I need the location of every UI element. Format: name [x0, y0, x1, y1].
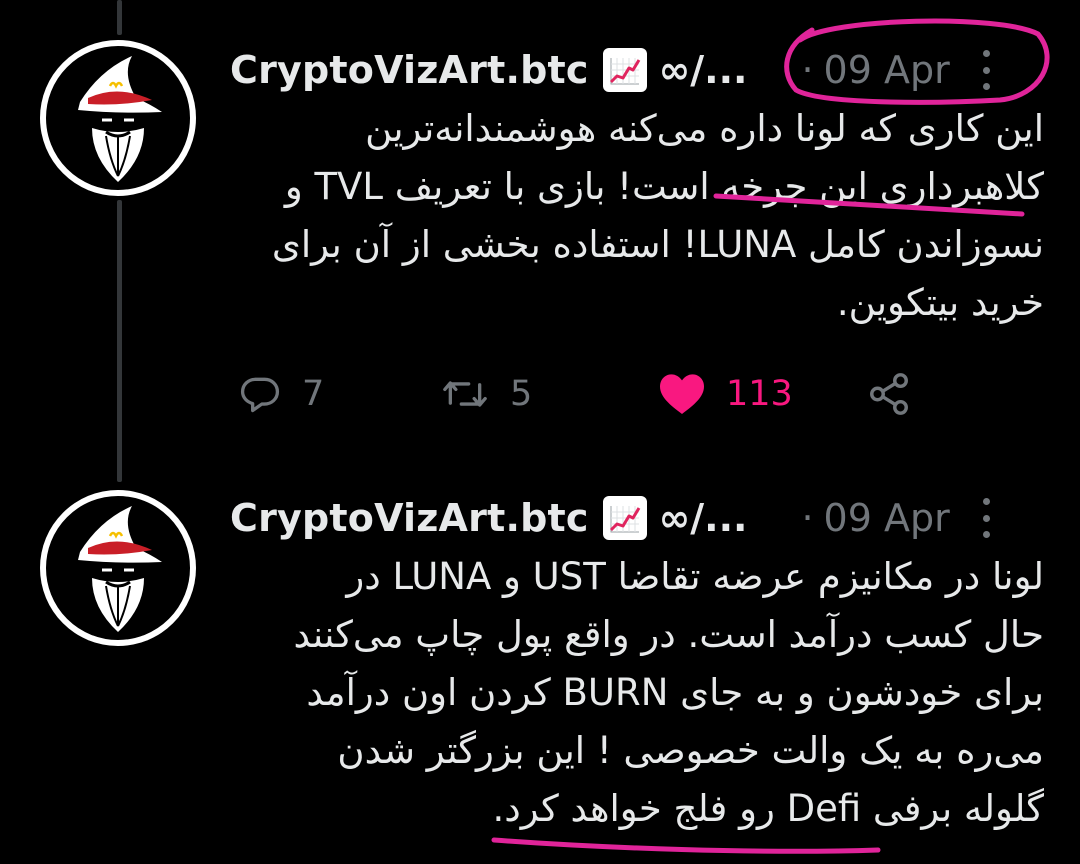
tweet-line: برای خودشون و به جای BURN کردن اون درآمد — [306, 671, 1044, 714]
reply-button[interactable]: 7 — [238, 364, 324, 424]
author-name[interactable]: CryptoVizArt.btc — [230, 496, 589, 540]
separator-dot: · — [801, 496, 814, 540]
reply-count: 7 — [302, 374, 325, 414]
wizard-avatar-icon — [42, 42, 194, 194]
like-button[interactable]: 113 — [658, 364, 793, 424]
tweet-line: خرید بیتکوین. — [836, 281, 1044, 324]
tweet-line: کلاهبرداری این چرخه است! بازی با تعریف T… — [284, 165, 1044, 208]
like-count: 113 — [726, 374, 793, 414]
heart-icon — [660, 374, 704, 414]
tweet-line: لونا در مکانیزم عرضه تقاضا UST و LUNA در — [346, 555, 1044, 598]
author-suffix: ∞/... — [658, 496, 748, 540]
tweet-text: این کاری که لونا داره می‌کنه هوشمندانه‌ت… — [230, 100, 1044, 332]
tweet[interactable]: CryptoVizArt.btc ∞/... · 09 Apr این کاری… — [0, 0, 1080, 480]
tweet-line: حال کسب درآمد است. در واقع پول چاپ می‌کن… — [293, 613, 1044, 656]
tweet-line: نسوزاندن کامل LUNA! استفاده بخشی از آن ب… — [271, 223, 1044, 266]
tweet-date[interactable]: 09 Apr — [824, 48, 950, 92]
tweet-line: گلوله برفی Defi رو فلج خواهد کرد. — [492, 787, 1045, 830]
share-button[interactable] — [866, 364, 912, 424]
author-name[interactable]: CryptoVizArt.btc — [230, 48, 589, 92]
tweet-header: CryptoVizArt.btc ∞/... · 09 Apr — [230, 40, 1040, 100]
chart-increasing-icon — [602, 496, 647, 540]
retweet-count: 5 — [510, 374, 533, 414]
more-vertical-icon[interactable] — [980, 498, 992, 538]
author-suffix: ∞/... — [658, 48, 748, 92]
tweet-line: این کاری که لونا داره می‌کنه هوشمندانه‌ت… — [365, 107, 1044, 150]
tweet-line: می‌ره به یک والت خصوصی ! این بزرگتر شدن — [337, 729, 1044, 772]
retweet-icon — [443, 381, 487, 407]
wizard-avatar-icon — [42, 492, 194, 644]
share-icon — [870, 373, 908, 415]
tweet[interactable]: CryptoVizArt.btc ∞/... · 09 Apr لونا در … — [0, 480, 1080, 864]
more-vertical-icon[interactable] — [980, 50, 992, 90]
separator-dot: · — [801, 48, 814, 92]
chart-increasing-icon — [602, 48, 647, 92]
reply-icon — [240, 377, 280, 413]
tweet-actions: 7 5 113 — [230, 364, 1030, 424]
tweet-text: لونا در مکانیزم عرضه تقاضا UST و LUNA در… — [230, 548, 1044, 838]
tweet-header: CryptoVizArt.btc ∞/... · 09 Apr — [230, 488, 1040, 548]
retweet-button[interactable]: 5 — [440, 364, 532, 424]
avatar[interactable] — [40, 490, 196, 646]
avatar[interactable] — [40, 40, 196, 196]
tweet-date[interactable]: 09 Apr — [824, 496, 950, 540]
